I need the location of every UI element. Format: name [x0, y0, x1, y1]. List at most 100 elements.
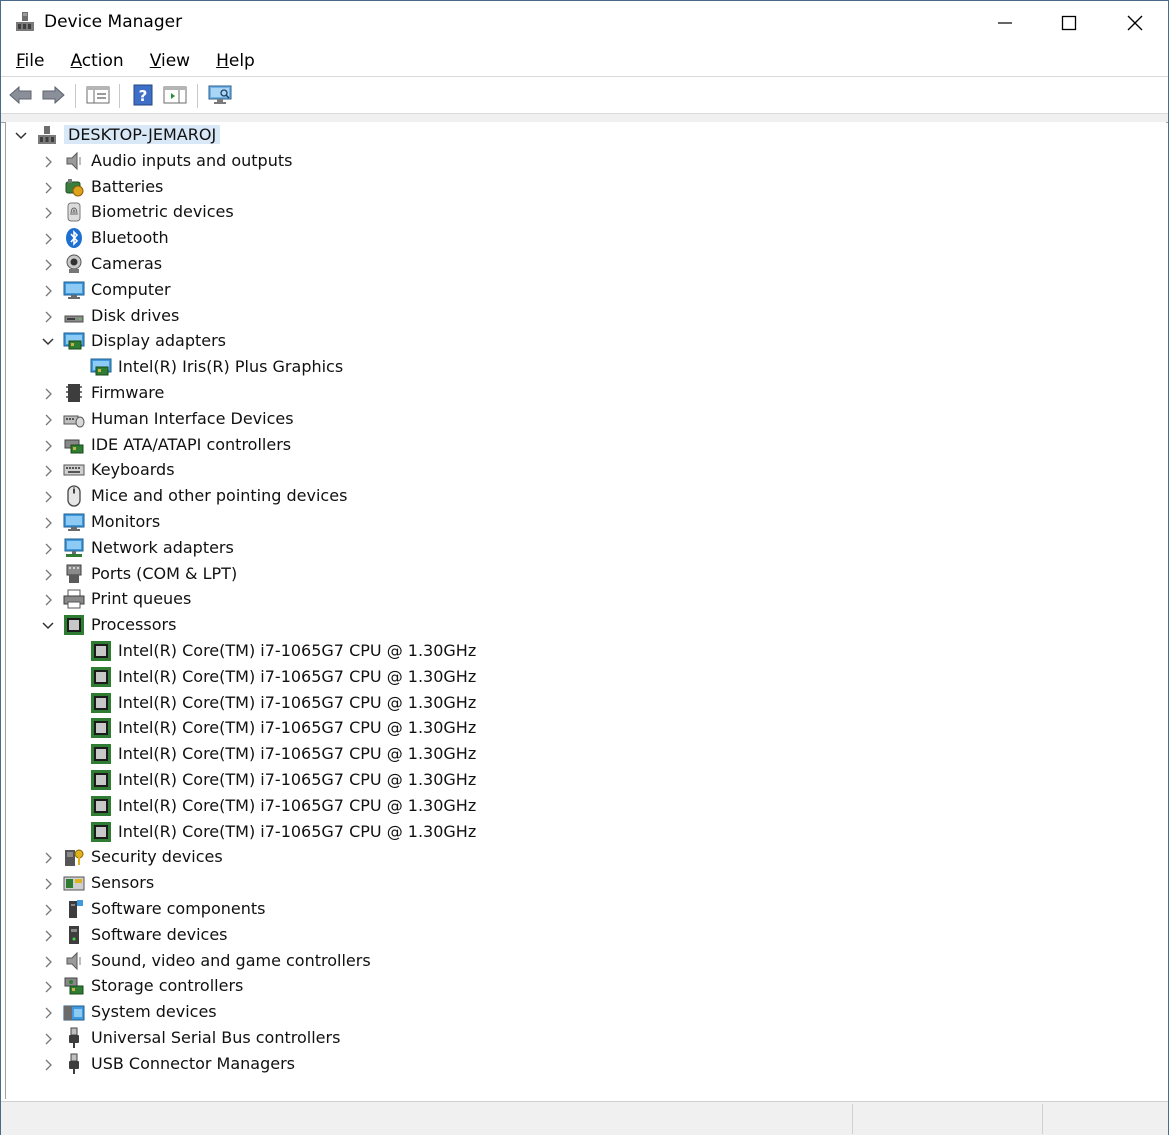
device-manager-icon [15, 11, 35, 33]
tree-item-label: Software devices [91, 925, 228, 944]
chevron-right-icon[interactable] [41, 283, 55, 297]
forward-button[interactable] [39, 82, 67, 108]
chevron-down-icon[interactable] [41, 334, 55, 348]
chevron-right-icon[interactable] [41, 1005, 55, 1019]
tree-category-batteries[interactable]: Batteries [6, 174, 1146, 199]
tree-category-system-devices[interactable]: System devices [6, 999, 1146, 1024]
tree-device[interactable]: Intel(R) Core(TM) i7-1065G7 CPU @ 1.30GH… [6, 819, 1146, 844]
tree-device[interactable]: Intel(R) Iris(R) Plus Graphics [6, 354, 1146, 379]
tree-category-sensors[interactable]: Sensors [6, 870, 1146, 895]
tree-item-label: Biometric devices [91, 202, 234, 221]
menu-divider [1, 76, 1168, 77]
tree-category-audio-inputs-and-outputs[interactable]: Audio inputs and outputs [6, 148, 1146, 173]
chevron-right-icon[interactable] [41, 541, 55, 555]
console-tree-button[interactable] [84, 82, 112, 108]
tree-item-label: Batteries [91, 177, 164, 196]
chevron-right-icon[interactable] [41, 309, 55, 323]
chevron-right-icon[interactable] [41, 231, 55, 245]
tree-category-mice-and-other-pointing-devices[interactable]: Mice and other pointing devices [6, 483, 1146, 508]
chevron-down-icon[interactable] [41, 618, 55, 632]
chevron-down-icon[interactable] [14, 128, 28, 142]
software-component-icon [63, 898, 85, 920]
tree-category-ports-com-lpt[interactable]: Ports (COM & LPT) [6, 561, 1146, 586]
tree-item-label: Monitors [91, 512, 161, 531]
tree-root[interactable]: DESKTOP-JEMAROJ [6, 122, 1146, 147]
tree-category-bluetooth[interactable]: Bluetooth [6, 225, 1146, 250]
chevron-right-icon[interactable] [41, 567, 55, 581]
menu-view[interactable]: View [139, 51, 201, 71]
menu-action[interactable]: Action [59, 51, 134, 71]
menu-help[interactable]: Help [205, 51, 266, 71]
chevron-right-icon[interactable] [41, 979, 55, 993]
chevron-right-icon[interactable] [41, 876, 55, 890]
chevron-right-icon[interactable] [41, 463, 55, 477]
tree-item-label: Storage controllers [91, 976, 244, 995]
chevron-right-icon[interactable] [41, 438, 55, 452]
tree-device[interactable]: Intel(R) Core(TM) i7-1065G7 CPU @ 1.30GH… [6, 638, 1146, 663]
chevron-right-icon[interactable] [41, 180, 55, 194]
tree-category-ide-ata-atapi-controllers[interactable]: IDE ATA/ATAPI controllers [6, 432, 1146, 457]
chevron-right-icon[interactable] [41, 1031, 55, 1045]
scan-hardware-button[interactable] [206, 82, 234, 108]
chevron-right-icon[interactable] [41, 928, 55, 942]
tree-category-processors[interactable]: Processors [6, 612, 1146, 637]
tree-category-universal-serial-bus-controllers[interactable]: Universal Serial Bus controllers [6, 1025, 1146, 1050]
tree-item-label: Sound, video and game controllers [91, 951, 371, 970]
tree-device[interactable]: Intel(R) Core(TM) i7-1065G7 CPU @ 1.30GH… [6, 664, 1146, 689]
chevron-right-icon[interactable] [41, 850, 55, 864]
tree-device[interactable]: Intel(R) Core(TM) i7-1065G7 CPU @ 1.30GH… [6, 715, 1146, 740]
chevron-right-icon[interactable] [41, 1057, 55, 1071]
menu-bar: File Action View Help [1, 46, 1168, 76]
toolbar-divider [75, 84, 76, 108]
tree-device[interactable]: Intel(R) Core(TM) i7-1065G7 CPU @ 1.30GH… [6, 690, 1146, 715]
tree-item-label: Intel(R) Core(TM) i7-1065G7 CPU @ 1.30GH… [118, 744, 477, 763]
chevron-right-icon[interactable] [41, 592, 55, 606]
help-button[interactable]: ? [129, 82, 157, 108]
tree-category-software-components[interactable]: Software components [6, 896, 1146, 921]
action-pane-button[interactable] [161, 82, 189, 108]
chevron-right-icon[interactable] [41, 205, 55, 219]
tree-category-disk-drives[interactable]: Disk drives [6, 303, 1146, 328]
tree-item-label: Disk drives [91, 306, 180, 325]
chevron-right-icon[interactable] [41, 515, 55, 529]
tree-category-software-devices[interactable]: Software devices [6, 922, 1146, 947]
firmware-icon [63, 382, 85, 404]
tree-item-label: Bluetooth [91, 228, 169, 247]
chevron-right-icon[interactable] [41, 412, 55, 426]
tree-category-computer[interactable]: Computer [6, 277, 1146, 302]
tree-device[interactable]: Intel(R) Core(TM) i7-1065G7 CPU @ 1.30GH… [6, 793, 1146, 818]
tree-category-keyboards[interactable]: Keyboards [6, 457, 1146, 482]
monitor-icon [63, 279, 85, 301]
tree-category-cameras[interactable]: Cameras [6, 251, 1146, 276]
tree-device[interactable]: Intel(R) Core(TM) i7-1065G7 CPU @ 1.30GH… [6, 767, 1146, 792]
chevron-right-icon[interactable] [41, 902, 55, 916]
tree-category-usb-connector-managers[interactable]: USB Connector Managers [6, 1051, 1146, 1076]
tree-category-sound-video-and-game-controllers[interactable]: Sound, video and game controllers [6, 948, 1146, 973]
tree-category-network-adapters[interactable]: Network adapters [6, 535, 1146, 560]
tree-device[interactable]: Intel(R) Core(TM) i7-1065G7 CPU @ 1.30GH… [6, 741, 1146, 766]
chevron-right-icon[interactable] [41, 154, 55, 168]
tree-item-label: Human Interface Devices [91, 409, 294, 428]
maximize-button[interactable] [1037, 1, 1101, 45]
tree-category-monitors[interactable]: Monitors [6, 509, 1146, 534]
chevron-right-icon[interactable] [41, 386, 55, 400]
chevron-right-icon[interactable] [41, 954, 55, 968]
tree-item-label: Cameras [91, 254, 163, 273]
tree-category-firmware[interactable]: Firmware [6, 380, 1146, 405]
tree-category-security-devices[interactable]: Security devices [6, 844, 1146, 869]
menu-file[interactable]: File [5, 51, 55, 71]
close-button[interactable] [1103, 1, 1167, 45]
tree-category-human-interface-devices[interactable]: Human Interface Devices [6, 406, 1146, 431]
tree-category-print-queues[interactable]: Print queues [6, 586, 1146, 611]
title-bar[interactable]: Device Manager [1, 1, 1168, 45]
chevron-right-icon[interactable] [41, 489, 55, 503]
tree-category-display-adapters[interactable]: Display adapters [6, 328, 1146, 353]
forward-arrow-icon [42, 85, 65, 105]
back-button[interactable] [7, 82, 35, 108]
minimize-button[interactable] [973, 1, 1037, 45]
tree-item-label: Computer [91, 280, 171, 299]
tree-category-storage-controllers[interactable]: Storage controllers [6, 973, 1146, 998]
tree-category-biometric-devices[interactable]: Biometric devices [6, 199, 1146, 224]
device-tree[interactable]: DESKTOP-JEMAROJ Audio inputs and outputs B… [5, 122, 1166, 1099]
chevron-right-icon[interactable] [41, 257, 55, 271]
